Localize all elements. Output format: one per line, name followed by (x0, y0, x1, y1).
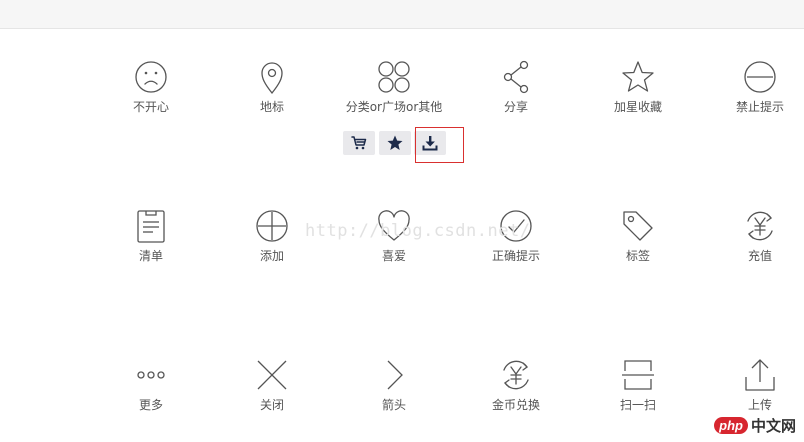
icon-label: 上传 (747, 398, 772, 412)
icon-label: 正确提示 (491, 249, 540, 263)
download-highlight-box (415, 127, 464, 163)
icon-cell-close[interactable]: 关闭 (211, 358, 333, 413)
add-circle-icon (256, 210, 288, 242)
icon-label: 金币兑换 (491, 398, 540, 412)
icon-label: 清单 (138, 249, 163, 263)
icon-cell-like[interactable]: 喜爱 (333, 209, 455, 264)
check-circle-icon (500, 210, 532, 242)
tag-icon (623, 211, 653, 241)
cart-button[interactable] (343, 131, 375, 155)
icon-label: 关闭 (259, 398, 284, 412)
icon-cell-share[interactable]: 分享 (455, 60, 577, 115)
star-outline-icon (622, 61, 654, 92)
icon-cell-upload[interactable]: 上传 (699, 358, 804, 413)
icon-cell-arrow[interactable]: 箭头 (333, 358, 455, 413)
sad-face-icon (135, 61, 167, 93)
close-x-icon (257, 360, 287, 390)
more-dots-icon (137, 371, 165, 379)
coin-exchange-icon (503, 360, 529, 390)
star-button[interactable] (379, 131, 411, 155)
location-pin-icon (261, 62, 283, 95)
icon-cell-unhappy[interactable]: 不开心 (90, 60, 212, 115)
icon-cell-landmark[interactable]: 地标 (211, 60, 333, 115)
top-bar (0, 0, 804, 29)
checklist-clipboard-icon (137, 210, 165, 243)
category-grid-icon (378, 61, 410, 93)
icon-cell-recharge[interactable]: 充值 (699, 209, 804, 264)
icon-label: 充值 (747, 249, 772, 263)
icon-cell-more[interactable]: 更多 (90, 358, 212, 413)
icon-label: 标签 (625, 249, 650, 263)
icon-label: 加星收藏 (613, 100, 662, 114)
icon-cell-coin-exchange[interactable]: 金币兑换 (455, 358, 577, 413)
arrow-right-icon (387, 360, 403, 390)
icon-label: 禁止提示 (735, 100, 784, 114)
recharge-yen-icon (747, 211, 773, 241)
icon-cell-add[interactable]: 添加 (211, 209, 333, 264)
icon-label: 添加 (259, 249, 284, 263)
icon-label: 地标 (259, 100, 284, 114)
icon-cell-correct[interactable]: 正确提示 (455, 209, 577, 264)
icon-cell-checklist[interactable]: 清单 (90, 209, 212, 264)
icon-label: 分类or广场or其他 (345, 100, 443, 114)
icon-label: 箭头 (381, 398, 406, 412)
php-cn-badge: php 中文网 (714, 412, 796, 438)
icon-cell-favorite[interactable]: 加星收藏 (577, 60, 699, 115)
star-filled-icon (387, 135, 403, 150)
icon-cell-category[interactable]: 分类or广场or其他 (333, 60, 455, 115)
icon-label: 扫一扫 (619, 398, 656, 412)
cart-icon (351, 136, 367, 150)
php-logo-text: php (714, 416, 748, 434)
icon-label: 更多 (138, 398, 163, 412)
scan-icon (622, 360, 654, 390)
icon-label: 不开心 (132, 100, 169, 114)
cn-logo-text: 中文网 (750, 416, 796, 435)
heart-icon (378, 210, 410, 241)
icon-cell-forbidden[interactable]: 禁止提示 (699, 60, 804, 115)
icon-cell-tag[interactable]: 标签 (577, 209, 699, 264)
forbidden-minus-icon (744, 61, 776, 93)
icon-label: 分享 (503, 100, 528, 114)
upload-icon (745, 359, 775, 391)
icon-cell-scan[interactable]: 扫一扫 (577, 358, 699, 413)
icon-label: 喜爱 (381, 249, 406, 263)
share-icon (503, 60, 529, 94)
